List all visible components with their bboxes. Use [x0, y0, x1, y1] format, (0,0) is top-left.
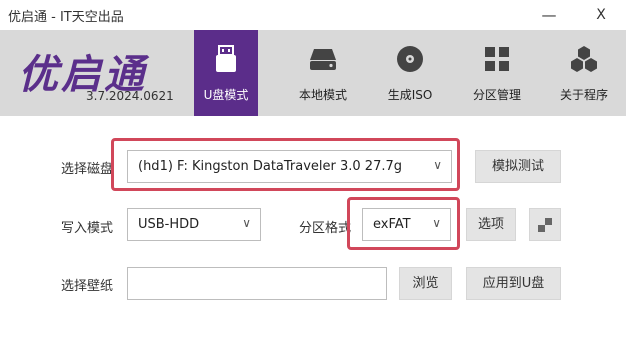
tab-usb-mode[interactable]: U盘模式: [194, 30, 258, 116]
chevron-down-icon: ∨: [242, 216, 251, 230]
write-mode-select[interactable]: USB-HDD ∨: [127, 208, 261, 241]
advanced-settings-button[interactable]: [529, 208, 561, 241]
app-header: 优启通 3.7.2024.0621 U盘模式 本地模式 生成ISO 分区管理 关…: [0, 30, 626, 116]
version-label: 3.7.2024.0621: [86, 89, 174, 103]
tab-local-mode[interactable]: 本地模式: [291, 30, 355, 116]
disk-select[interactable]: (hd1) F: Kingston DataTraveler 3.0 27.7g…: [127, 150, 452, 183]
simulate-test-button[interactable]: 模拟测试: [475, 150, 561, 183]
close-button[interactable]: X: [588, 2, 614, 28]
tab-label: 生成ISO: [387, 88, 433, 102]
tab-label: U盘模式: [203, 88, 249, 102]
disk-label: 选择磁盘: [61, 162, 114, 177]
title-bar: 优启通 - IT天空出品 — X: [0, 0, 626, 30]
apply-to-usb-button[interactable]: 应用到U盘: [466, 267, 561, 300]
usb-drive-icon: [216, 45, 236, 72]
minimize-button[interactable]: —: [536, 2, 562, 28]
tab-label: 本地模式: [298, 88, 347, 102]
tab-partition-manager[interactable]: 分区管理: [465, 30, 529, 116]
tab-make-iso[interactable]: 生成ISO: [378, 30, 442, 116]
chevron-down-icon: ∨: [432, 216, 441, 230]
write-mode-value: USB-HDD: [138, 217, 200, 232]
chevron-down-icon: ∨: [433, 158, 442, 172]
disk-select-value: (hd1) F: Kingston DataTraveler 3.0 27.7g: [138, 159, 403, 174]
partition-format-value: exFAT: [373, 217, 411, 232]
tab-about[interactable]: 关于程序: [552, 30, 616, 116]
write-mode-label: 写入模式: [61, 221, 114, 236]
window-title: 优启通 - IT天空出品: [8, 10, 124, 25]
hexagons-icon: [571, 46, 597, 72]
hard-disk-icon: [310, 49, 336, 70]
wallpaper-path-input[interactable]: [127, 267, 387, 300]
tab-label: 关于程序: [559, 88, 608, 102]
options-button[interactable]: 选项: [466, 208, 516, 241]
corner-squares-icon: [538, 218, 552, 232]
browse-button[interactable]: 浏览: [399, 267, 452, 300]
tab-label: 分区管理: [472, 88, 521, 102]
partition-grid-icon: [485, 47, 509, 71]
wallpaper-label: 选择壁纸: [61, 279, 114, 294]
disc-icon: [397, 46, 423, 72]
partition-format-label: 分区格式: [299, 221, 352, 236]
partition-format-select[interactable]: exFAT ∨: [362, 208, 451, 241]
